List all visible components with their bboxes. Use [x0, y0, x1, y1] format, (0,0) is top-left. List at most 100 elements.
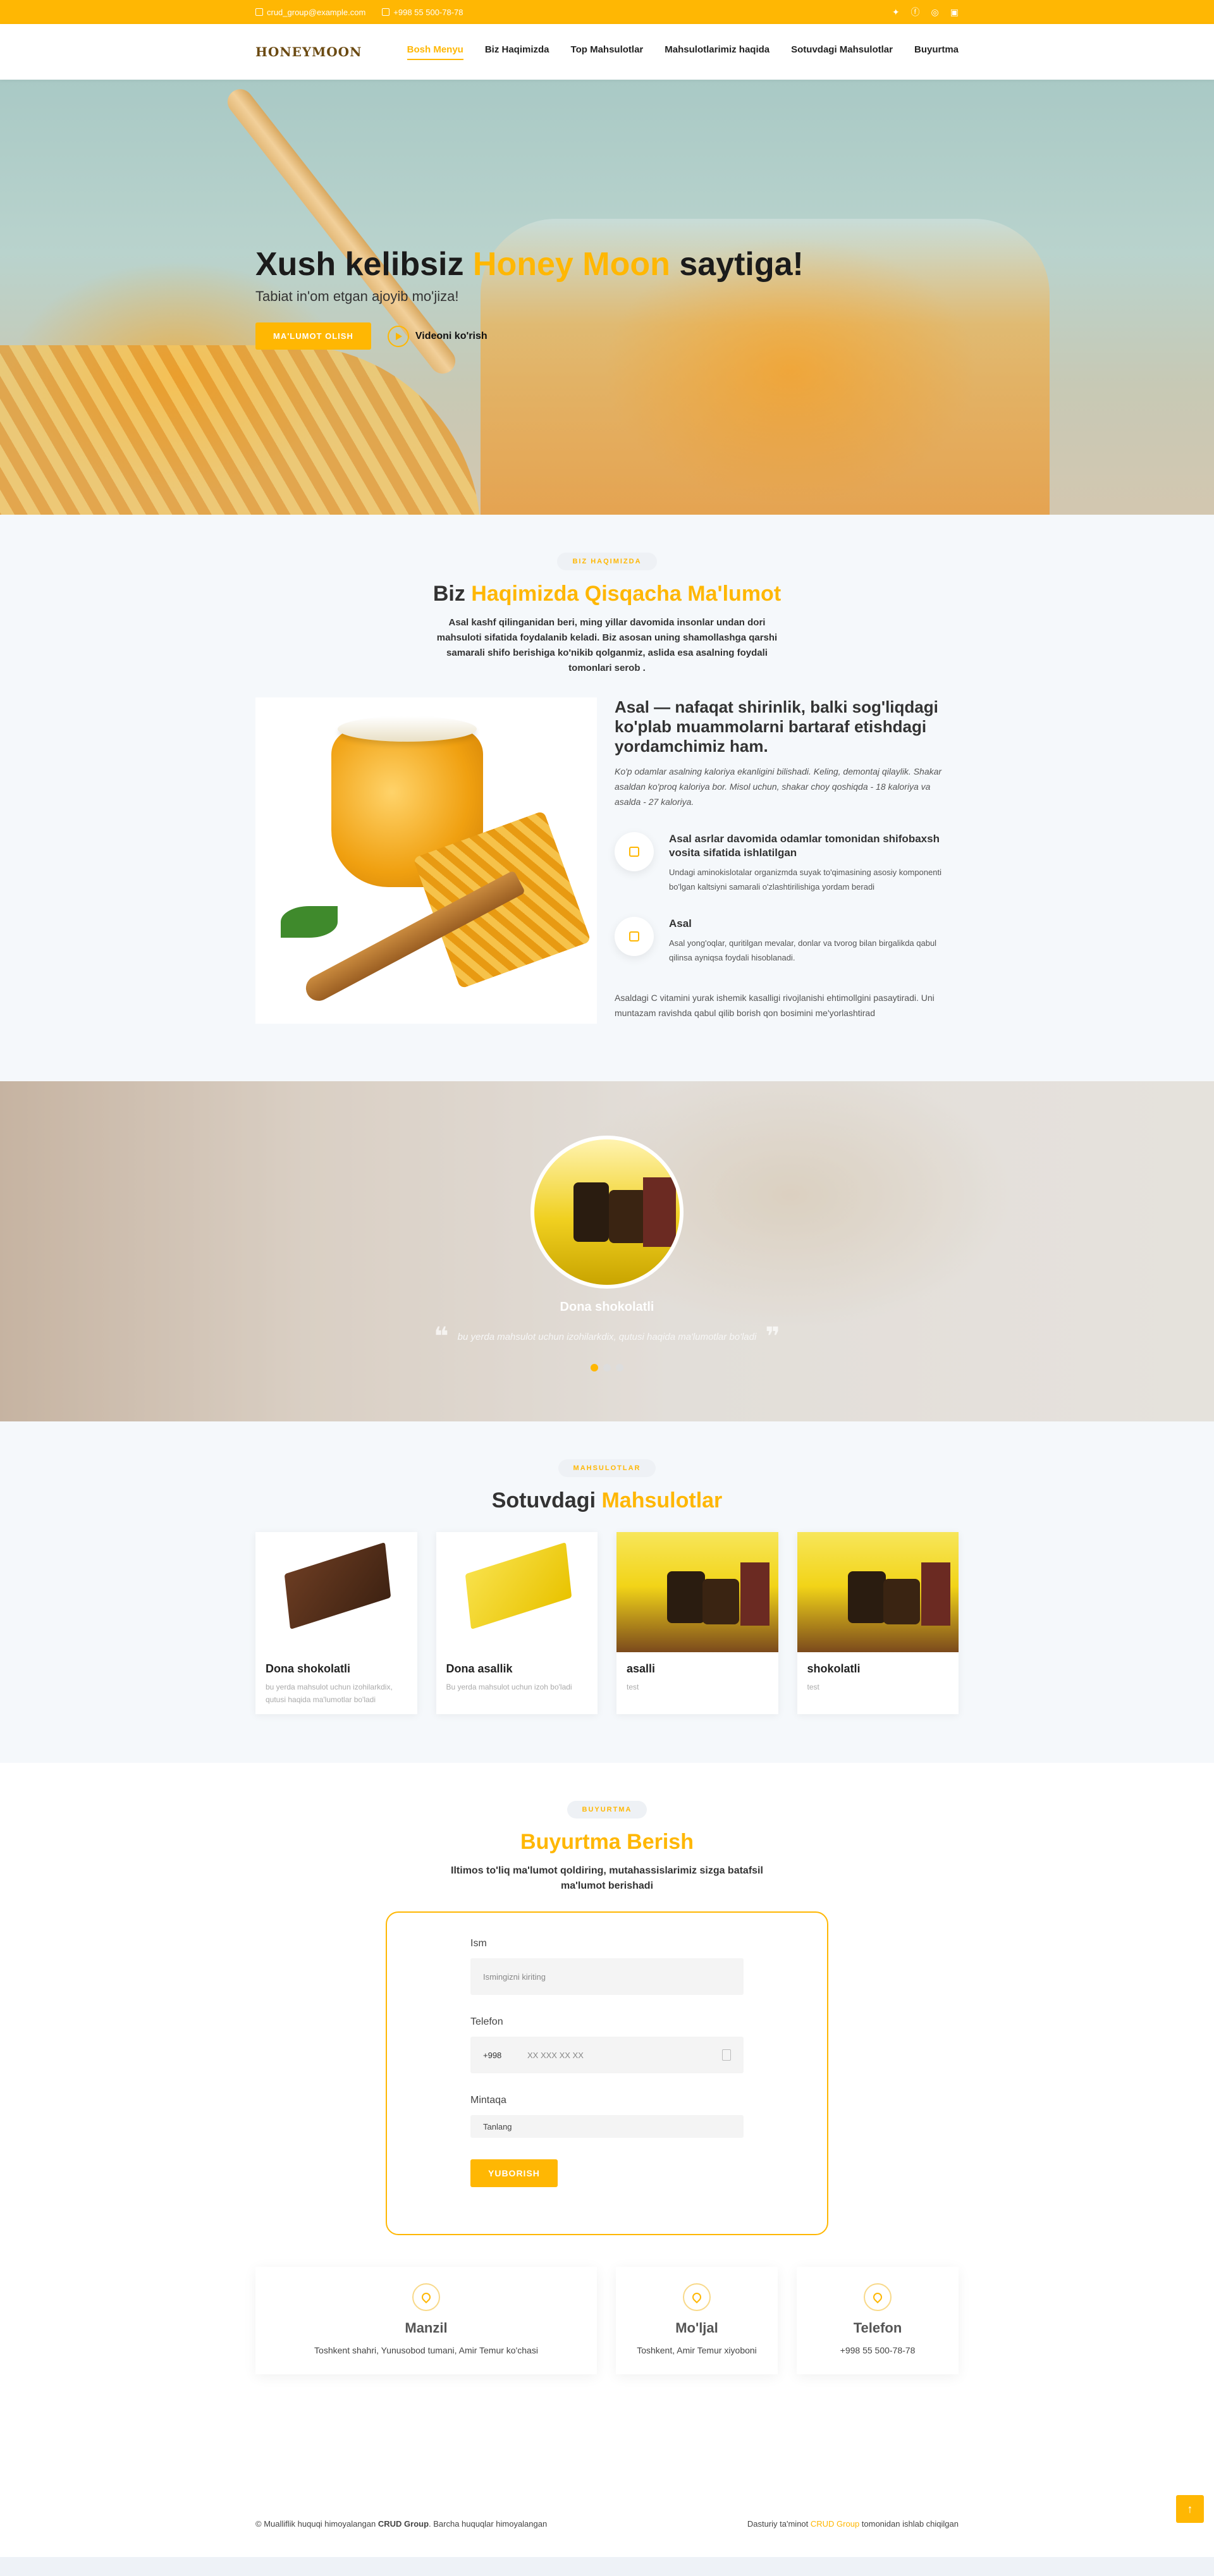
address-card: Manzil Toshkent shahri, Yunusobod tumani…	[255, 2267, 597, 2374]
contact-text: Toshkent, Amir Temur xiyoboni	[637, 2345, 757, 2355]
slider-dot[interactable]	[616, 1364, 623, 1371]
email-text: crud_group@example.com	[267, 7, 366, 17]
hero-section: Xush kelibsiz Honey Moon saytiga! Tabiat…	[0, 80, 1214, 515]
phone-country-code: +998	[483, 2050, 502, 2060]
name-placeholder: Ismingizni kiriting	[483, 1972, 546, 1982]
feature-item: Asal Asal yong'oqlar, quritilgan mevalar…	[615, 917, 959, 965]
copy-icon	[615, 917, 654, 956]
main-menu: Bosh Menyu Biz Haqimizda Top Mahsulotlar…	[407, 44, 959, 60]
product-desc: test	[807, 1683, 819, 1691]
credit-start: Dasturiy ta'minot	[747, 2519, 811, 2529]
products-title-accent: Mahsulotlar	[601, 1488, 723, 1512]
slider-dot[interactable]	[603, 1364, 611, 1371]
product-card[interactable]: asalli test	[616, 1532, 778, 1714]
contact-text[interactable]: +998 55 500-78-78	[797, 2345, 959, 2355]
phone-placeholder: XX XXX XX XX	[527, 2050, 584, 2060]
order-title: Buyurtma Berish	[520, 1830, 694, 1854]
contact-title: Mo'ljal	[675, 2320, 718, 2336]
spinner-icon[interactable]	[722, 2049, 731, 2061]
product-image	[436, 1532, 598, 1652]
order-tag: BUYURTMA	[567, 1801, 647, 1819]
about-title-accent: Haqimizda Qisqacha Ma'lumot	[471, 582, 782, 606]
location-icon	[412, 2283, 440, 2311]
twitter-icon[interactable]: ✦	[892, 7, 900, 18]
about-section: BIZ HAQIMIZDA Biz Haqimizda Qisqacha Ma'…	[0, 515, 1214, 1081]
feature-text: Asal yong'oqlar, quritilgan mevalar, don…	[669, 938, 937, 962]
mail-icon	[683, 2283, 711, 2311]
products-section: MAHSULOTLAR Sotuvdagi Mahsulotlar Dona s…	[0, 1421, 1214, 1763]
footer-strip	[0, 2557, 1214, 2576]
phone-card: Telefon +998 55 500-78-78	[797, 2267, 959, 2374]
watch-video-link[interactable]: Videoni ko'rish	[387, 325, 487, 347]
region-label: Mintaqa	[470, 2095, 506, 2106]
more-info-button[interactable]: MA'LUMOT OLISH	[255, 322, 371, 350]
product-name: Dona asallik	[446, 1662, 513, 1675]
slider-quote: ❝ bu yerda mahsulot uchun izohilarkdix, …	[434, 1322, 780, 1351]
copyright-text: © Mualliflik huquqi himoyalangan CRUD Gr…	[255, 2519, 547, 2529]
region-select[interactable]: Tanlang	[470, 2115, 744, 2138]
about-title-start: Biz	[432, 582, 472, 606]
product-name: shokolatli	[807, 1662, 861, 1675]
landmark-card: Mo'ljal Toshkent, Amir Temur xiyoboni	[616, 2267, 778, 2374]
slider-dots	[0, 1364, 1214, 1371]
name-field[interactable]: Ismingizni kiriting	[470, 1958, 744, 1995]
product-image	[255, 1532, 417, 1652]
phone-contact[interactable]: +998 55 500-78-78	[382, 8, 463, 17]
developer-credit: Dasturiy ta'minot CRUD Group tomonidan i…	[747, 2519, 959, 2529]
about-italic-text: Ko'p odamlar asalning kaloriya ekanligin…	[615, 766, 942, 807]
top-bar: crud_group@example.com +998 55 500-78-78…	[0, 0, 1214, 24]
product-desc: Bu yerda mahsulot uchun izoh bo'ladi	[446, 1683, 572, 1691]
products-tag: MAHSULOTLAR	[558, 1459, 656, 1477]
play-icon	[387, 325, 409, 347]
order-intro: Iltimos to'liq ma'lumot qoldiring, mutah…	[451, 1865, 763, 1891]
main-navbar: HONEYMOON Bosh Menyu Biz Haqimizda Top M…	[0, 24, 1214, 80]
honey-jar-image	[255, 697, 597, 1024]
hero-subtitle: Tabiat in'om etgan ajoyib mo'jiza!	[255, 288, 459, 304]
arrow-up-icon: ↑	[1187, 2502, 1193, 2515]
product-slider-section: Dona shokolatli ❝ bu yerda mahsulot uchu…	[0, 1081, 1214, 1421]
nav-item-on-sale[interactable]: Sotuvdagi Mahsulotlar	[791, 44, 893, 60]
feature-title: Asal asrlar davomida odamlar tomonidan s…	[669, 833, 940, 859]
credit-brand-link[interactable]: CRUD Group	[811, 2519, 859, 2529]
contact-text: Toshkent shahri, Yunusobod tumani, Amir …	[314, 2345, 538, 2355]
nav-item-home[interactable]: Bosh Menyu	[407, 44, 463, 60]
mail-icon	[255, 8, 263, 16]
copyright-end: . Barcha huquqlar himoyalangan	[429, 2519, 548, 2529]
order-section: BUYURTMA Buyurtma Berish Iltimos to'liq …	[0, 1763, 1214, 2431]
linkedin-icon[interactable]: ▣	[950, 7, 959, 18]
about-heading: Asal — nafaqat shirinlik, balki sog'liqd…	[615, 697, 938, 756]
site-logo[interactable]: HONEYMOON	[255, 44, 362, 59]
product-card[interactable]: shokolatli test	[797, 1532, 959, 1714]
phone-icon	[864, 2283, 892, 2311]
slider-product-name: Dona shokolatli	[560, 1300, 654, 1314]
slider-quote-text: bu yerda mahsulot uchun izohilarkdix, qu…	[457, 1331, 757, 1342]
instagram-icon[interactable]: ◎	[931, 7, 939, 18]
product-card[interactable]: Dona shokolatli bu yerda mahsulot uchun i…	[255, 1532, 417, 1714]
product-image	[616, 1532, 778, 1652]
phone-field[interactable]: +998 XX XXX XX XX	[470, 2037, 744, 2073]
nav-item-top-products[interactable]: Top Mahsulotlar	[571, 44, 644, 60]
facebook-icon[interactable]: ⓕ	[911, 6, 920, 18]
nav-item-order[interactable]: Buyurtma	[914, 44, 959, 60]
nav-item-about[interactable]: Biz Haqimizda	[485, 44, 549, 60]
phone-label: Telefon	[470, 2016, 503, 2027]
slider-dot[interactable]	[591, 1364, 598, 1371]
back-to-top-button[interactable]: ↑	[1176, 2495, 1204, 2523]
email-contact[interactable]: crud_group@example.com	[255, 8, 365, 17]
nav-item-about-products[interactable]: Mahsulotlarimiz haqida	[665, 44, 769, 60]
feature-text: Undagi aminokislotalar organizmda suyak …	[669, 868, 941, 892]
grid-icon	[615, 832, 654, 871]
product-desc: bu yerda mahsulot uchun izohilarkdix, qu…	[266, 1683, 393, 1704]
phone-text: +998 55 500-78-78	[393, 7, 463, 17]
product-card[interactable]: Dona asallik Bu yerda mahsulot uchun izoh…	[436, 1532, 598, 1714]
contact-title: Manzil	[405, 2320, 448, 2336]
feature-item: Asal asrlar davomida odamlar tomonidan s…	[615, 832, 959, 894]
watch-video-label: Videoni ko'rish	[415, 330, 487, 341]
hero-honeycomb-image	[0, 345, 481, 515]
hero-title: Xush kelibsiz Honey Moon saytiga!	[255, 245, 804, 283]
about-intro: Asal kashf qilinganidan beri, ming yilla…	[436, 617, 778, 673]
order-form: Ism Ismingizni kiriting Telefon +998 XX X…	[386, 1911, 828, 2235]
submit-button[interactable]: YUBORISH	[470, 2159, 558, 2187]
hero-title-start: Xush kelibsiz	[255, 246, 473, 283]
quote-open-icon: ❝	[434, 1323, 449, 1351]
